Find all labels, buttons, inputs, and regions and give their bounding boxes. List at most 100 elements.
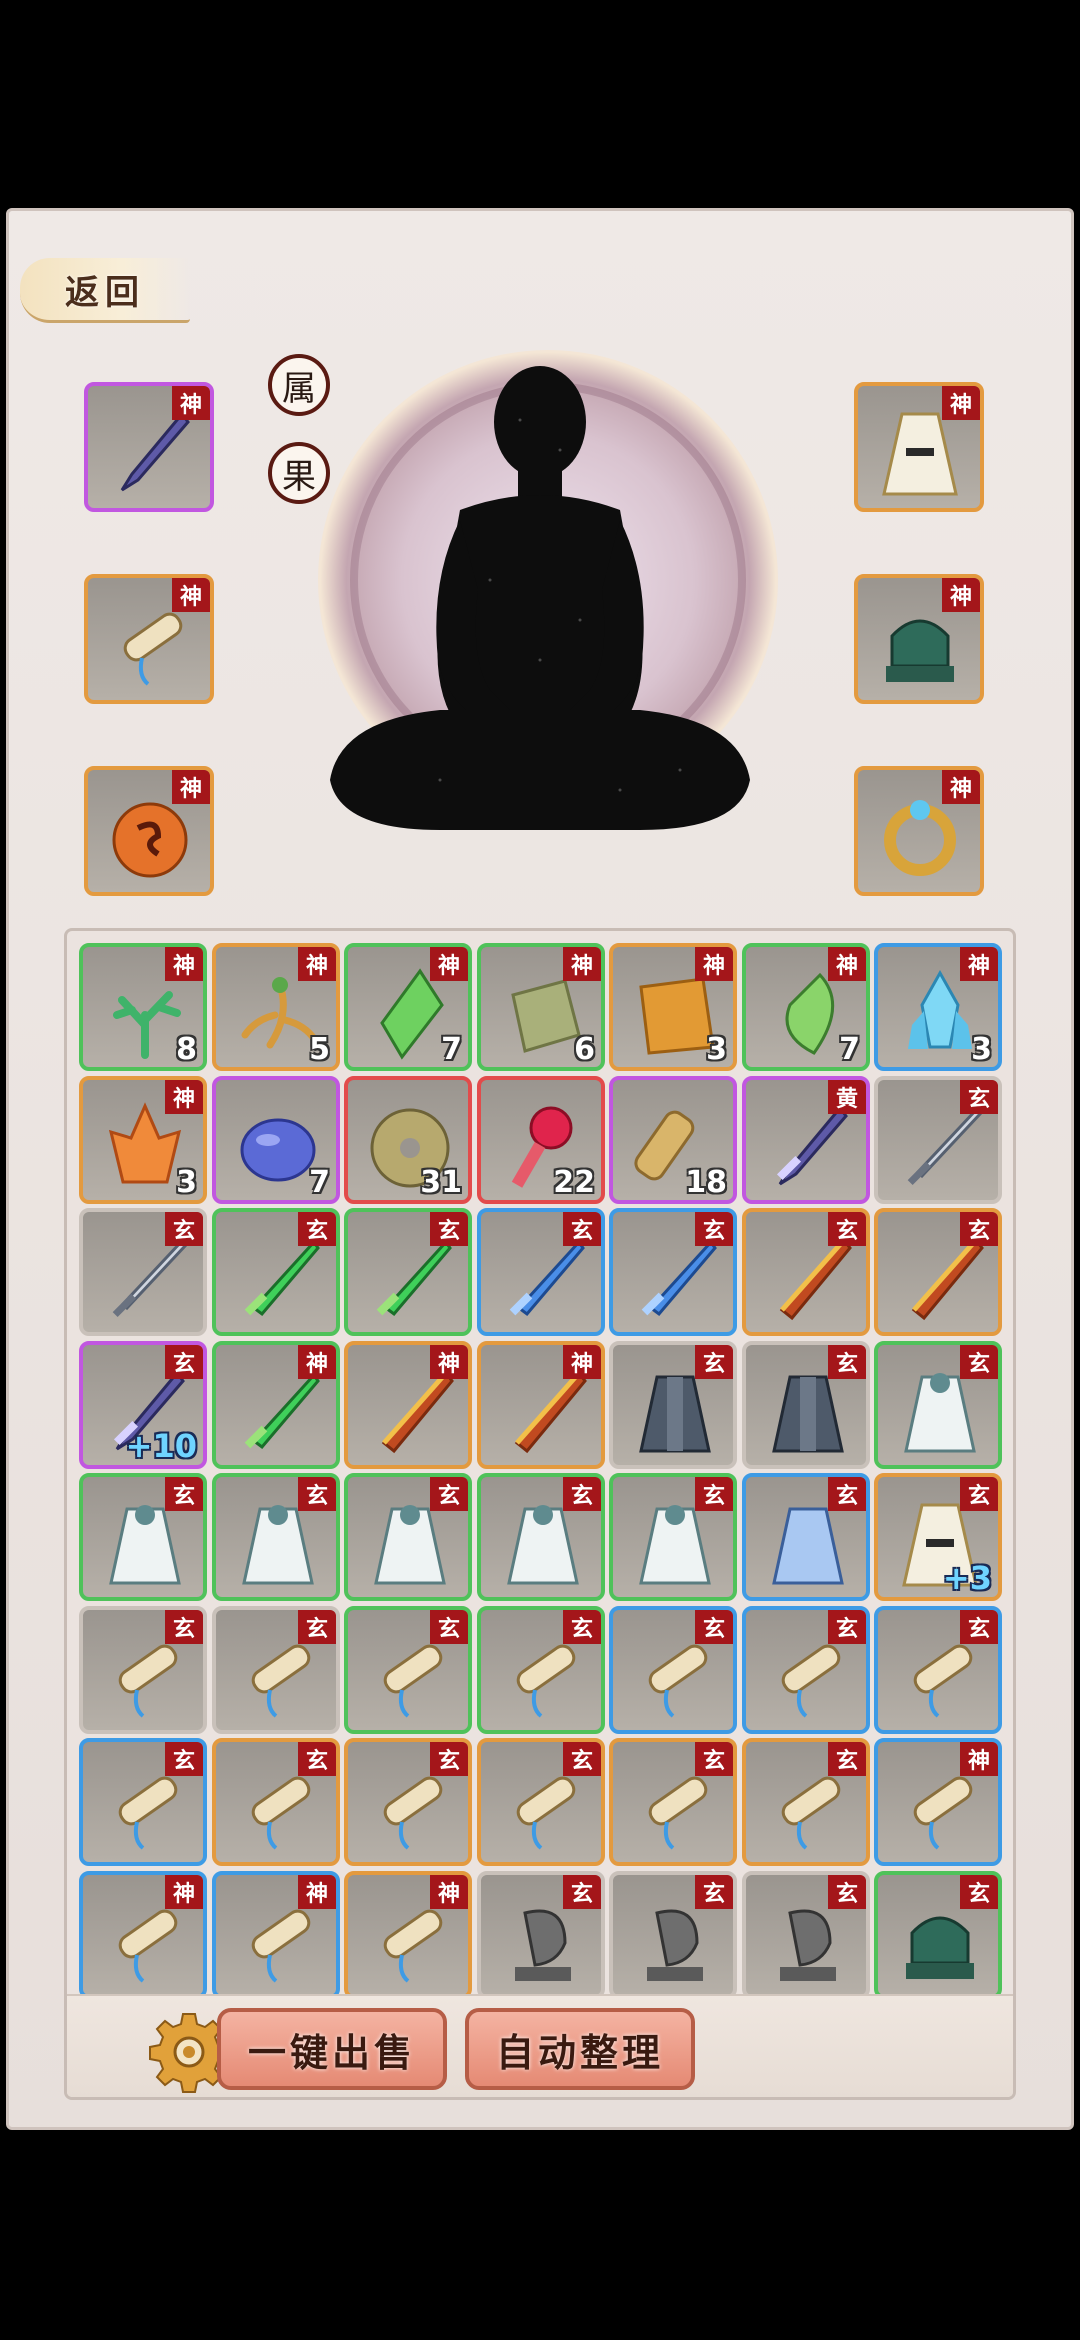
inventory-slot[interactable]: 玄 xyxy=(477,1208,605,1336)
grade-tag: 玄 xyxy=(695,1742,733,1776)
grade-tag: 玄 xyxy=(563,1610,601,1644)
equip-slot-left-2[interactable]: 神 xyxy=(84,766,214,896)
inventory-slot[interactable]: 玄 xyxy=(79,1473,207,1601)
item-count: 8 xyxy=(176,1032,197,1067)
inventory-slot[interactable]: 玄 xyxy=(609,1738,737,1866)
grade-tag: 玄 xyxy=(298,1610,336,1644)
inventory-slot[interactable]: 玄 xyxy=(344,1738,472,1866)
inventory-slot[interactable]: 神 xyxy=(344,1871,472,1999)
inventory-slot[interactable]: 神 xyxy=(477,1341,605,1469)
grade-tag: 神 xyxy=(165,1875,203,1909)
inventory-slot[interactable]: 神 xyxy=(874,1738,1002,1866)
meditating-figure xyxy=(330,366,750,830)
inventory-slot[interactable]: 玄 xyxy=(212,1606,340,1734)
grade-tag: 玄 xyxy=(828,1742,866,1776)
inventory-slot[interactable]: 玄 xyxy=(212,1738,340,1866)
inventory-slot[interactable]: 玄 xyxy=(477,1871,605,1999)
grade-tag: 玄 xyxy=(298,1477,336,1511)
grade-tag: 玄 xyxy=(165,1212,203,1246)
grade-tag: 神 xyxy=(942,578,980,612)
grade-tag: 玄 xyxy=(165,1477,203,1511)
grade-tag: 神 xyxy=(828,947,866,981)
item-count: 6 xyxy=(574,1032,595,1067)
inventory-slot[interactable]: 玄 xyxy=(742,1208,870,1336)
inventory-slot[interactable]: 玄 +10 xyxy=(79,1341,207,1469)
inventory-slot[interactable]: 玄 xyxy=(609,1606,737,1734)
inventory-slot[interactable]: 玄 xyxy=(212,1208,340,1336)
sell-all-button[interactable]: 一键出售 xyxy=(217,2008,447,2090)
inventory-slot[interactable]: 黄 xyxy=(742,1076,870,1204)
grade-tag: 神 xyxy=(172,386,210,420)
inventory-slot[interactable]: 神 xyxy=(79,1871,207,1999)
grade-tag: 神 xyxy=(960,1742,998,1776)
equip-slot-left-1[interactable]: 神 xyxy=(84,574,214,704)
grade-tag: 玄 xyxy=(828,1610,866,1644)
item-count: 7 xyxy=(839,1032,860,1067)
inventory-slot[interactable]: 玄 xyxy=(344,1208,472,1336)
inventory-slot[interactable]: 18 xyxy=(609,1076,737,1204)
inventory-slot[interactable]: 神8 xyxy=(79,943,207,1071)
inventory-slot[interactable]: 玄 xyxy=(742,1606,870,1734)
inventory-slot[interactable]: 玄 xyxy=(874,1341,1002,1469)
grade-tag: 玄 xyxy=(695,1477,733,1511)
equip-slot-right-2[interactable]: 神 xyxy=(854,766,984,896)
inventory-slot[interactable]: 玄 xyxy=(874,1871,1002,1999)
inventory-slot[interactable]: 玄 xyxy=(79,1208,207,1336)
inventory-slot[interactable]: 神 xyxy=(344,1341,472,1469)
grade-tag: 玄 xyxy=(960,1477,998,1511)
inventory-slot[interactable]: 玄 xyxy=(874,1208,1002,1336)
inventory-slot[interactable]: 玄 xyxy=(609,1208,737,1336)
inventory-slot[interactable]: 玄 xyxy=(344,1606,472,1734)
inventory-slot[interactable]: 玄 xyxy=(874,1606,1002,1734)
inventory-slot[interactable]: 神6 xyxy=(477,943,605,1071)
grade-tag: 玄 xyxy=(563,1875,601,1909)
inventory-slot[interactable]: 玄 xyxy=(212,1473,340,1601)
inventory-slot[interactable]: 玄 xyxy=(742,1473,870,1601)
inventory-slot[interactable]: 玄 xyxy=(477,1738,605,1866)
inventory-slot[interactable]: 玄 xyxy=(742,1341,870,1469)
inventory-slot[interactable]: 神 xyxy=(212,1341,340,1469)
inventory-slot[interactable]: 神3 xyxy=(79,1076,207,1204)
enhance-level: +3 xyxy=(942,1559,992,1597)
inventory-slot[interactable]: 玄 xyxy=(742,1738,870,1866)
inventory-slot[interactable]: 玄 xyxy=(477,1606,605,1734)
grade-tag: 神 xyxy=(430,1345,468,1379)
auto-sort-button[interactable]: 自动整理 xyxy=(465,2008,695,2090)
inventory-slot[interactable]: 神7 xyxy=(742,943,870,1071)
inventory-slot[interactable]: 玄 xyxy=(79,1606,207,1734)
grade-tag: 玄 xyxy=(298,1742,336,1776)
inventory-slot[interactable]: 玄 xyxy=(477,1473,605,1601)
grade-tag: 神 xyxy=(172,578,210,612)
inventory-slot[interactable]: 神5 xyxy=(212,943,340,1071)
grade-tag: 神 xyxy=(298,1875,336,1909)
grade-tag: 玄 xyxy=(828,1212,866,1246)
inventory-slot[interactable]: 神3 xyxy=(874,943,1002,1071)
grade-tag: 玄 xyxy=(563,1742,601,1776)
item-count: 3 xyxy=(971,1032,992,1067)
inventory-slot[interactable]: 玄 xyxy=(609,1341,737,1469)
inventory-slot[interactable]: 玄 xyxy=(609,1473,737,1601)
equip-slot-right-1[interactable]: 神 xyxy=(854,574,984,704)
back-button[interactable]: 返回 xyxy=(20,258,190,323)
inventory-slot[interactable]: 7 xyxy=(212,1076,340,1204)
inventory-slot[interactable]: 神 xyxy=(212,1871,340,1999)
inventory-slot[interactable]: 玄 xyxy=(874,1076,1002,1204)
inventory-slot[interactable]: 玄 xyxy=(742,1871,870,1999)
grade-tag: 玄 xyxy=(430,1212,468,1246)
grade-tag: 玄 xyxy=(695,1212,733,1246)
grade-tag: 玄 xyxy=(960,1610,998,1644)
inventory-slot[interactable]: 玄 xyxy=(344,1473,472,1601)
inventory-slot[interactable]: 31 xyxy=(344,1076,472,1204)
item-count: 22 xyxy=(553,1165,595,1200)
inventory-slot[interactable]: 玄 xyxy=(79,1738,207,1866)
grade-tag: 玄 xyxy=(430,1477,468,1511)
equip-slot-left-0[interactable]: 神 xyxy=(84,382,214,512)
enhance-level: +10 xyxy=(125,1427,197,1465)
inventory-slot[interactable]: 22 xyxy=(477,1076,605,1204)
grade-tag: 玄 xyxy=(828,1875,866,1909)
inventory-slot[interactable]: 神7 xyxy=(344,943,472,1071)
inventory-slot[interactable]: 神3 xyxy=(609,943,737,1071)
equip-slot-right-0[interactable]: 神 xyxy=(854,382,984,512)
inventory-slot[interactable]: 玄 +3 xyxy=(874,1473,1002,1601)
inventory-slot[interactable]: 玄 xyxy=(609,1871,737,1999)
